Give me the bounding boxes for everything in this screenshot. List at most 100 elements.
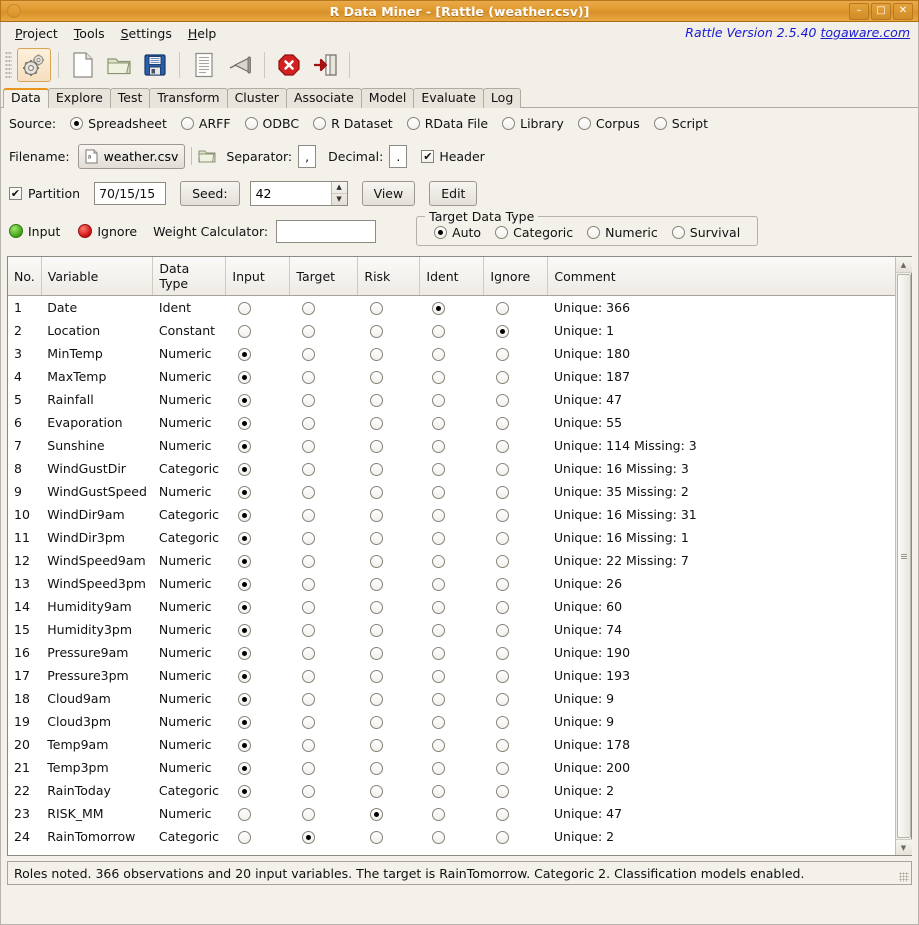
col-header-variable[interactable]: Variable xyxy=(41,257,153,296)
table-row[interactable]: 21Temp3pmNumericUnique: 200 xyxy=(8,756,895,779)
cell-role-input[interactable] xyxy=(226,411,290,434)
open-button[interactable] xyxy=(102,48,136,82)
cell-role-target[interactable] xyxy=(290,526,358,549)
cell-role-target[interactable] xyxy=(290,365,358,388)
radio-icon[interactable] xyxy=(302,808,315,821)
target-type-auto[interactable]: Auto xyxy=(434,225,481,240)
cell-role-ignore[interactable] xyxy=(484,503,548,526)
table-row[interactable]: 8WindGustDirCategoricUnique: 16 Missing:… xyxy=(8,457,895,480)
radio-icon[interactable] xyxy=(496,325,509,338)
target-type-numeric[interactable]: Numeric xyxy=(587,225,658,240)
cell-role-ignore[interactable] xyxy=(484,342,548,365)
cell-role-ignore[interactable] xyxy=(484,756,548,779)
cell-role-ignore[interactable] xyxy=(484,802,548,825)
cell-role-target[interactable] xyxy=(290,342,358,365)
tab-evaluate[interactable]: Evaluate xyxy=(413,88,484,108)
cell-role-ignore[interactable] xyxy=(484,641,548,664)
radio-icon[interactable] xyxy=(238,463,251,476)
cell-role-target[interactable] xyxy=(290,296,358,319)
radio-icon[interactable] xyxy=(496,647,509,660)
table-row[interactable]: 4MaxTempNumericUnique: 187 xyxy=(8,365,895,388)
radio-icon[interactable] xyxy=(238,624,251,637)
scroll-down-arrow-icon[interactable]: ▼ xyxy=(896,839,912,855)
radio-icon[interactable] xyxy=(496,716,509,729)
radio-icon[interactable] xyxy=(370,601,383,614)
cell-role-ident[interactable] xyxy=(420,664,484,687)
cell-role-input[interactable] xyxy=(226,434,290,457)
cell-role-target[interactable] xyxy=(290,411,358,434)
cell-role-ignore[interactable] xyxy=(484,618,548,641)
radio-icon[interactable] xyxy=(370,578,383,591)
cell-role-target[interactable] xyxy=(290,664,358,687)
radio-icon[interactable] xyxy=(302,831,315,844)
radio-icon[interactable] xyxy=(370,463,383,476)
radio-icon[interactable] xyxy=(302,601,315,614)
cell-role-ignore[interactable] xyxy=(484,825,548,848)
cell-role-ident[interactable] xyxy=(420,549,484,572)
separator-input[interactable]: , xyxy=(298,145,316,168)
cell-role-risk[interactable] xyxy=(358,710,420,733)
radio-icon[interactable] xyxy=(496,440,509,453)
radio-icon[interactable] xyxy=(238,486,251,499)
source-option-script[interactable]: Script xyxy=(654,116,708,131)
seed-value[interactable]: 42 xyxy=(251,182,331,205)
cell-role-ident[interactable] xyxy=(420,733,484,756)
table-row[interactable]: 19Cloud3pmNumericUnique: 9 xyxy=(8,710,895,733)
radio-icon[interactable] xyxy=(432,371,445,384)
menu-settings[interactable]: Settings xyxy=(113,24,180,43)
radio-icon[interactable] xyxy=(432,417,445,430)
cell-role-risk[interactable] xyxy=(358,365,420,388)
table-row[interactable]: 20Temp9amNumericUnique: 178 xyxy=(8,733,895,756)
scroll-up-arrow-icon[interactable]: ▲ xyxy=(896,257,912,273)
radio-icon[interactable] xyxy=(432,440,445,453)
radio-icon[interactable] xyxy=(238,417,251,430)
radio-icon[interactable] xyxy=(370,647,383,660)
cell-role-risk[interactable] xyxy=(358,388,420,411)
cell-role-risk[interactable] xyxy=(358,457,420,480)
radio-icon[interactable] xyxy=(370,325,383,338)
table-row[interactable]: 16Pressure9amNumericUnique: 190 xyxy=(8,641,895,664)
radio-icon[interactable] xyxy=(370,624,383,637)
table-row[interactable]: 3MinTempNumericUnique: 180 xyxy=(8,342,895,365)
radio-icon[interactable] xyxy=(370,394,383,407)
radio-icon[interactable] xyxy=(302,578,315,591)
cell-role-input[interactable] xyxy=(226,572,290,595)
cell-role-target[interactable] xyxy=(290,618,358,641)
cell-role-ignore[interactable] xyxy=(484,572,548,595)
table-row[interactable]: 14Humidity9amNumericUnique: 60 xyxy=(8,595,895,618)
radio-icon[interactable] xyxy=(432,601,445,614)
col-header-input[interactable]: Input xyxy=(226,257,290,296)
radio-icon[interactable] xyxy=(432,716,445,729)
cell-role-risk[interactable] xyxy=(358,756,420,779)
weight-calculator-input[interactable] xyxy=(276,220,376,243)
cell-role-ignore[interactable] xyxy=(484,526,548,549)
radio-icon[interactable] xyxy=(496,693,509,706)
radio-icon[interactable] xyxy=(238,371,251,384)
cell-role-risk[interactable] xyxy=(358,779,420,802)
cell-role-ignore[interactable] xyxy=(484,664,548,687)
cell-role-input[interactable] xyxy=(226,825,290,848)
radio-icon[interactable] xyxy=(370,785,383,798)
radio-icon[interactable] xyxy=(302,325,315,338)
radio-icon[interactable] xyxy=(238,762,251,775)
radio-icon[interactable] xyxy=(238,670,251,683)
cell-role-target[interactable] xyxy=(290,549,358,572)
cell-role-input[interactable] xyxy=(226,342,290,365)
cell-role-ignore[interactable] xyxy=(484,411,548,434)
radio-icon[interactable] xyxy=(432,555,445,568)
radio-icon[interactable] xyxy=(302,348,315,361)
radio-icon[interactable] xyxy=(370,417,383,430)
radio-icon[interactable] xyxy=(496,785,509,798)
cell-role-target[interactable] xyxy=(290,434,358,457)
table-row[interactable]: 9WindGustSpeedNumericUnique: 35 Missing:… xyxy=(8,480,895,503)
export-button[interactable] xyxy=(223,48,257,82)
radio-icon[interactable] xyxy=(496,486,509,499)
radio-icon[interactable] xyxy=(432,532,445,545)
menu-project[interactable]: Project xyxy=(7,24,66,43)
radio-icon[interactable] xyxy=(432,831,445,844)
cell-role-ident[interactable] xyxy=(420,319,484,342)
scrollbar-thumb[interactable] xyxy=(897,274,911,838)
radio-icon[interactable] xyxy=(496,808,509,821)
table-row[interactable]: 7SunshineNumericUnique: 114 Missing: 3 xyxy=(8,434,895,457)
table-row[interactable]: 15Humidity3pmNumericUnique: 74 xyxy=(8,618,895,641)
